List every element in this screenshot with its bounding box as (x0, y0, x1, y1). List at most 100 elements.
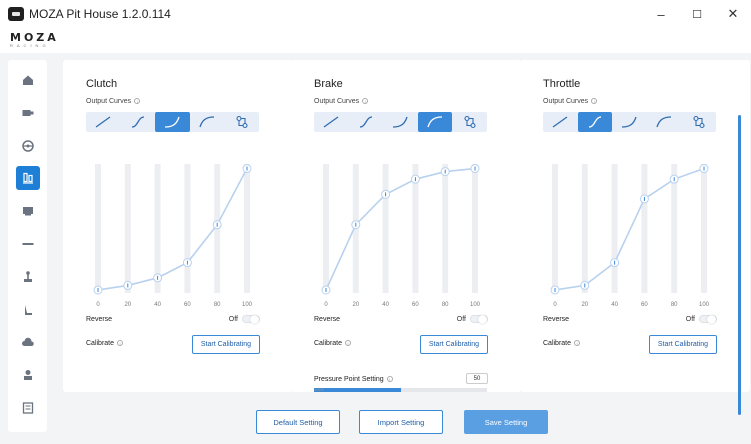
s-curve-icon (131, 116, 145, 128)
sidebar-item-wheelbase[interactable] (16, 101, 40, 125)
sidebar-item-home[interactable] (16, 68, 40, 92)
window-title: MOZA Pit House 1.2.0.114 (29, 7, 171, 21)
x-tick-label: 40 (154, 302, 161, 308)
curve-option-3[interactable] (612, 112, 647, 132)
curve-option-5[interactable] (681, 112, 716, 132)
exponential-curve-icon (165, 116, 181, 128)
x-tick-label: 80 (442, 302, 449, 308)
calibrate-label: Calibrate i (543, 340, 581, 347)
linear-curve-icon (552, 116, 568, 128)
close-button[interactable]: ✕ (715, 0, 751, 28)
brand-bar: MOZA RACING (0, 28, 751, 53)
info-icon: i (574, 340, 581, 347)
output-curve-graph[interactable]: 0 20 40 60 80 100 (86, 148, 259, 308)
cloud-icon (21, 338, 34, 347)
scrollbar[interactable] (738, 115, 741, 415)
sidebar-item-feedback[interactable] (16, 396, 40, 420)
x-tick-label: 0 (96, 302, 100, 308)
curve-option-2[interactable] (121, 112, 156, 132)
exponential-curve-icon (622, 116, 638, 128)
curve-option-4[interactable] (417, 112, 453, 132)
sidebar-item-pedals[interactable] (15, 166, 40, 191)
pressure-point-label: Pressure Point Setting i (314, 376, 393, 383)
reverse-toggle-group: Off (229, 315, 260, 324)
curve-option-5[interactable] (452, 112, 487, 132)
x-tick-label: 20 (124, 302, 131, 308)
x-tick-label: 80 (671, 302, 678, 308)
curve-option-5[interactable] (224, 112, 259, 132)
clutch-panel: Clutch Output Curves i 0 20 40 60 80 100 Rever… (63, 60, 293, 392)
calibrate-label: Calibrate i (314, 340, 352, 347)
pressure-point-slider-fill (314, 388, 401, 392)
x-tick-label: 60 (184, 302, 191, 308)
panel-title: Clutch (86, 78, 118, 90)
x-tick-label: 60 (412, 302, 419, 308)
x-tick-label: 100 (699, 302, 710, 308)
reverse-state-text: Off (456, 315, 466, 323)
pedals-icon (22, 173, 33, 184)
moza-logo: MOZA RACING (10, 31, 59, 48)
reverse-state-text: Off (685, 315, 695, 323)
info-icon: i (117, 340, 124, 347)
save-setting-button[interactable]: Save Setting (464, 410, 548, 434)
curve-line (554, 167, 705, 291)
sidebar (8, 60, 47, 432)
curve-option-1[interactable] (314, 112, 349, 132)
output-curve-graph[interactable]: 0 20 40 60 80 100 (314, 148, 487, 308)
sidebar-item-handbrake[interactable] (16, 232, 40, 256)
default-setting-button[interactable]: Default Setting (256, 410, 340, 434)
curve-option-2[interactable] (577, 112, 613, 132)
sidebar-item-user[interactable] (16, 363, 40, 387)
curve-option-1[interactable] (86, 112, 121, 132)
x-tick-label: 0 (553, 302, 557, 308)
reverse-toggle-group: Off (685, 315, 717, 324)
maximize-button[interactable]: ☐ (679, 0, 715, 28)
sidebar-item-hand-brake-lever[interactable] (16, 298, 40, 322)
x-tick-label: 80 (214, 302, 221, 308)
reverse-toggle[interactable] (470, 315, 488, 324)
custom-curve-icon (236, 115, 248, 129)
custom-curve-icon (693, 115, 705, 129)
import-setting-button[interactable]: Import Setting (359, 410, 443, 434)
output-curve-chart: 0 20 40 60 80 100 (550, 164, 710, 308)
curve-option-2[interactable] (349, 112, 384, 132)
pressure-point-value-input[interactable]: 50 (466, 373, 488, 384)
panel-title: Brake (314, 78, 343, 90)
wheelbase-icon (22, 109, 33, 116)
pressure-point-slider[interactable]: 0/100 (314, 387, 487, 392)
curve-option-1[interactable] (543, 112, 578, 132)
curve-selector (314, 112, 487, 132)
output-curve-graph[interactable]: 0 20 40 60 80 100 (543, 148, 716, 308)
reverse-toggle[interactable] (699, 315, 717, 324)
x-tick-label: 20 (352, 302, 359, 308)
start-calibrating-button[interactable]: Start Calibrating (420, 335, 488, 354)
sidebar-item-shifter[interactable] (16, 265, 40, 289)
x-tick-label: 60 (641, 302, 648, 308)
minimize-button[interactable]: – (643, 0, 679, 28)
window-controls: – ☐ ✕ (643, 0, 751, 28)
sidebar-item-cloud[interactable] (16, 330, 40, 354)
output-curves-label: Output Curves i (543, 98, 598, 105)
home-icon (22, 75, 33, 85)
linear-curve-icon (323, 116, 339, 128)
start-calibrating-button[interactable]: Start Calibrating (192, 335, 260, 354)
steering-wheel-icon (21, 139, 34, 152)
curve-option-4[interactable] (190, 112, 225, 132)
output-curves-label: Output Curves i (86, 98, 141, 105)
sidebar-item-steering-wheel[interactable] (16, 134, 40, 158)
handbrake-icon (22, 242, 33, 245)
sidebar-item-dashboard[interactable] (16, 199, 40, 223)
curve-option-4[interactable] (647, 112, 682, 132)
reverse-toggle[interactable] (242, 315, 260, 324)
x-tick-label: 0 (324, 302, 328, 308)
user-icon (23, 370, 32, 381)
start-calibrating-button[interactable]: Start Calibrating (649, 335, 717, 354)
dashboard-icon (22, 207, 33, 216)
reverse-label: Reverse (543, 316, 570, 323)
s-curve-icon (359, 116, 373, 128)
curve-option-3[interactable] (155, 112, 190, 132)
reverse-label: Reverse (86, 316, 113, 323)
feedback-icon (22, 402, 33, 414)
curve-option-3[interactable] (383, 112, 418, 132)
x-tick-label: 40 (382, 302, 389, 308)
